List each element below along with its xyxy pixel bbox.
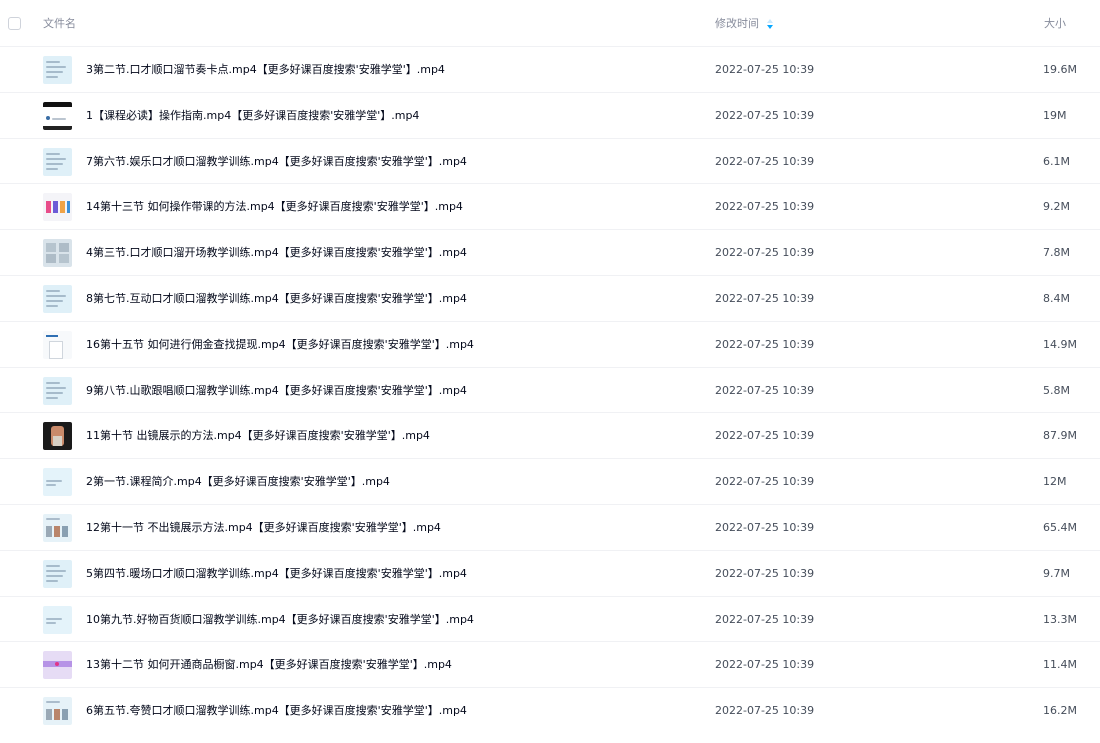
file-row[interactable]: 5第四节.暖场口才顺口溜教学训练.mp4【更多好课百度搜索'安雅学堂'】.mp4… (0, 551, 1100, 597)
file-size: 11.4M (1043, 658, 1077, 672)
file-name[interactable]: 8第七节.互动口才顺口溜教学训练.mp4【更多好课百度搜索'安雅学堂'】.mp4 (86, 291, 467, 307)
file-row[interactable]: 12第十一节 不出镜展示方法.mp4【更多好课百度搜索'安雅学堂'】.mp4 20… (0, 505, 1100, 551)
video-thumbnail[interactable] (43, 513, 72, 542)
file-row[interactable]: 4第三节.口才顺口溜开场教学训练.mp4【更多好课百度搜索'安雅学堂'】.mp4… (0, 230, 1100, 276)
file-row[interactable]: 13第十二节 如何开通商品橱窗.mp4【更多好课百度搜索'安雅学堂'】.mp4 2… (0, 642, 1100, 689)
file-row[interactable]: 2第一节.课程简介.mp4【更多好课百度搜索'安雅学堂'】.mp4 2022-07… (0, 459, 1100, 505)
video-thumbnail[interactable] (43, 559, 72, 588)
file-name[interactable]: 14第十三节 如何操作带课的方法.mp4【更多好课百度搜索'安雅学堂'】.mp4 (86, 199, 463, 215)
file-name[interactable]: 13第十二节 如何开通商品橱窗.mp4【更多好课百度搜索'安雅学堂'】.mp4 (86, 657, 452, 673)
file-size: 12M (1043, 475, 1067, 489)
file-name[interactable]: 9第八节.山歌跟唱顺口溜教学训练.mp4【更多好课百度搜索'安雅学堂'】.mp4 (86, 383, 467, 399)
file-modified-time: 2022-07-25 10:39 (715, 704, 815, 718)
file-size: 87.9M (1043, 429, 1077, 443)
file-name[interactable]: 4第三节.口才顺口溜开场教学训练.mp4【更多好课百度搜索'安雅学堂'】.mp4 (86, 245, 467, 261)
file-size: 13.3M (1043, 612, 1077, 626)
file-size: 8.4M (1043, 291, 1070, 305)
file-list-page: 文件名 修改时间 大小 3第二节.口才顺口溜节奏卡点.mp4【更多好课百度搜索'… (0, 0, 1100, 743)
file-size: 16.2M (1043, 704, 1077, 718)
file-name[interactable]: 1【课程必读】操作指南.mp4【更多好课百度搜索'安雅学堂'】.mp4 (86, 108, 419, 124)
file-size: 19M (1043, 108, 1067, 122)
video-thumbnail[interactable] (43, 651, 72, 680)
file-modified-time: 2022-07-25 10:39 (715, 246, 815, 260)
column-header-modified-time[interactable]: 修改时间 (715, 16, 759, 32)
file-modified-time: 2022-07-25 10:39 (715, 566, 815, 580)
file-row[interactable]: 11第十节 出镜展示的方法.mp4【更多好课百度搜索'安雅学堂'】.mp4 202… (0, 413, 1100, 460)
video-thumbnail[interactable] (43, 605, 72, 634)
video-thumbnail[interactable] (43, 422, 72, 451)
video-thumbnail[interactable] (43, 284, 72, 313)
file-list: 3第二节.口才顺口溜节奏卡点.mp4【更多好课百度搜索'安雅学堂'】.mp4 20… (0, 47, 1100, 734)
file-row[interactable]: 7第六节.娱乐口才顺口溜教学训练.mp4【更多好课百度搜索'安雅学堂'】.mp4… (0, 139, 1100, 185)
file-name[interactable]: 16第十五节 如何进行佣金查找提现.mp4【更多好课百度搜索'安雅学堂'】.mp… (86, 337, 474, 353)
file-size: 7.8M (1043, 246, 1070, 260)
file-size: 5.8M (1043, 383, 1070, 397)
file-modified-time: 2022-07-25 10:39 (715, 337, 815, 351)
file-modified-time: 2022-07-25 10:39 (715, 429, 815, 443)
file-name[interactable]: 10第九节.好物百货顺口溜教学训练.mp4【更多好课百度搜索'安雅学堂'】.mp… (86, 612, 474, 628)
video-thumbnail[interactable] (43, 101, 72, 130)
video-thumbnail[interactable] (43, 193, 72, 222)
file-modified-time: 2022-07-25 10:39 (715, 154, 815, 168)
file-size: 14.9M (1043, 337, 1077, 351)
file-name[interactable]: 3第二节.口才顺口溜节奏卡点.mp4【更多好课百度搜索'安雅学堂'】.mp4 (86, 62, 445, 78)
file-size: 19.6M (1043, 63, 1077, 76)
file-modified-time: 2022-07-25 10:39 (715, 383, 815, 397)
file-list-header: 文件名 修改时间 大小 (0, 0, 1100, 47)
file-name[interactable]: 11第十节 出镜展示的方法.mp4【更多好课百度搜索'安雅学堂'】.mp4 (86, 428, 430, 444)
file-modified-time: 2022-07-25 10:39 (715, 475, 815, 489)
video-thumbnail[interactable] (43, 56, 72, 84)
column-header-name[interactable]: 文件名 (43, 16, 76, 32)
video-thumbnail[interactable] (43, 239, 72, 268)
video-thumbnail[interactable] (43, 376, 72, 405)
column-header-size[interactable]: 大小 (1044, 16, 1066, 32)
file-name[interactable]: 5第四节.暖场口才顺口溜教学训练.mp4【更多好课百度搜索'安雅学堂'】.mp4 (86, 566, 467, 582)
video-thumbnail[interactable] (43, 330, 72, 359)
file-size: 9.2M (1043, 200, 1070, 214)
file-row[interactable]: 6第五节.夸赞口才顺口溜教学训练.mp4【更多好课百度搜索'安雅学堂'】.mp4… (0, 688, 1100, 734)
file-row[interactable]: 16第十五节 如何进行佣金查找提现.mp4【更多好课百度搜索'安雅学堂'】.mp… (0, 322, 1100, 368)
file-modified-time: 2022-07-25 10:39 (715, 108, 815, 122)
file-modified-time: 2022-07-25 10:39 (715, 658, 815, 672)
file-modified-time: 2022-07-25 10:39 (715, 200, 815, 214)
file-name[interactable]: 6第五节.夸赞口才顺口溜教学训练.mp4【更多好课百度搜索'安雅学堂'】.mp4 (86, 703, 467, 719)
video-thumbnail[interactable] (43, 147, 72, 176)
file-row[interactable]: 9第八节.山歌跟唱顺口溜教学训练.mp4【更多好课百度搜索'安雅学堂'】.mp4… (0, 368, 1100, 414)
file-size: 9.7M (1043, 566, 1070, 580)
file-modified-time: 2022-07-25 10:39 (715, 612, 815, 626)
file-name[interactable]: 12第十一节 不出镜展示方法.mp4【更多好课百度搜索'安雅学堂'】.mp4 (86, 520, 441, 536)
video-thumbnail[interactable] (43, 468, 72, 497)
video-thumbnail[interactable] (43, 697, 72, 726)
file-row[interactable]: 8第七节.互动口才顺口溜教学训练.mp4【更多好课百度搜索'安雅学堂'】.mp4… (0, 276, 1100, 322)
file-row[interactable]: 10第九节.好物百货顺口溜教学训练.mp4【更多好课百度搜索'安雅学堂'】.mp… (0, 597, 1100, 643)
sort-descending-icon[interactable] (766, 18, 774, 30)
file-size: 6.1M (1043, 154, 1070, 168)
file-name[interactable]: 2第一节.课程简介.mp4【更多好课百度搜索'安雅学堂'】.mp4 (86, 474, 390, 490)
file-row[interactable]: 1【课程必读】操作指南.mp4【更多好课百度搜索'安雅学堂'】.mp4 2022-… (0, 93, 1100, 139)
file-modified-time: 2022-07-25 10:39 (715, 63, 815, 76)
file-row[interactable]: 3第二节.口才顺口溜节奏卡点.mp4【更多好课百度搜索'安雅学堂'】.mp4 20… (0, 47, 1100, 93)
file-modified-time: 2022-07-25 10:39 (715, 520, 815, 534)
file-size: 65.4M (1043, 520, 1077, 534)
file-name[interactable]: 7第六节.娱乐口才顺口溜教学训练.mp4【更多好课百度搜索'安雅学堂'】.mp4 (86, 154, 467, 170)
select-all-checkbox[interactable] (8, 17, 21, 30)
file-modified-time: 2022-07-25 10:39 (715, 291, 815, 305)
file-row[interactable]: 14第十三节 如何操作带课的方法.mp4【更多好课百度搜索'安雅学堂'】.mp4… (0, 184, 1100, 231)
